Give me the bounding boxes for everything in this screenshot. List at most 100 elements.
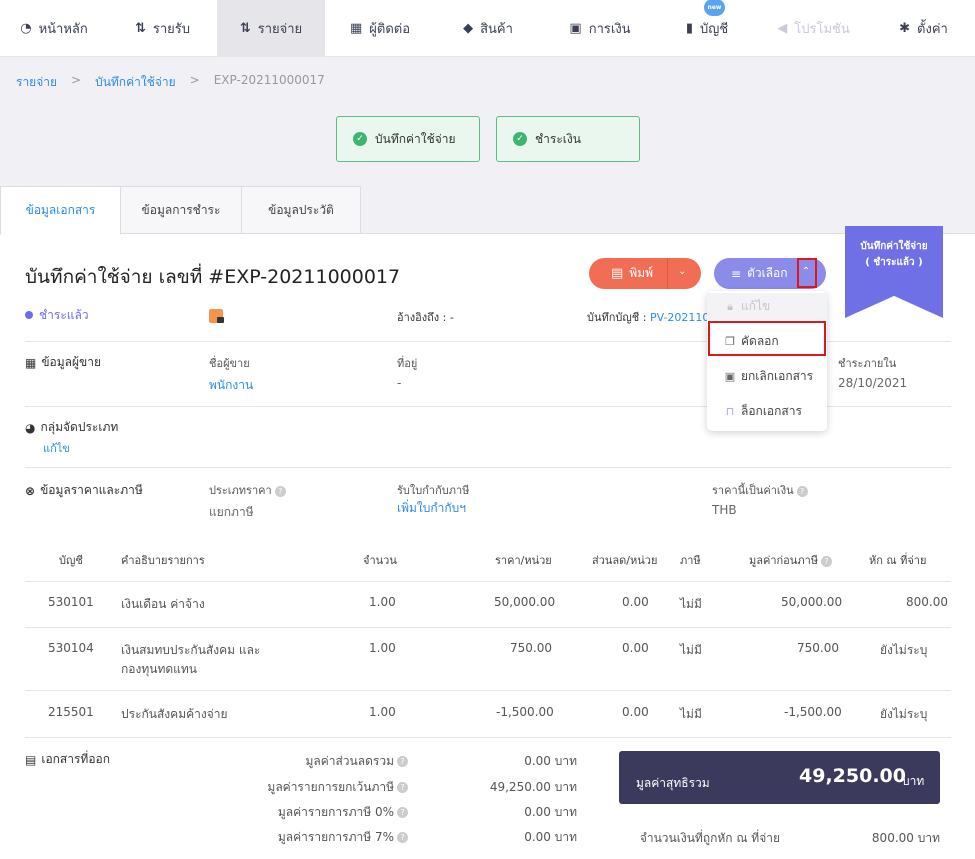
breadcrumb-root[interactable]: รายจ่าย: [16, 73, 57, 92]
cell-discount: 0.00: [622, 705, 649, 719]
add-tax-invoice-link[interactable]: เพิ่มใบกำกับฯ: [397, 499, 466, 518]
help-icon[interactable]: ?: [397, 832, 408, 843]
menu-lines-icon: ≡: [731, 266, 742, 281]
classification-edit-link[interactable]: แก้ไข: [43, 439, 70, 457]
menu-item-edit[interactable]: 🔒︎ แก้ไข: [707, 293, 827, 320]
vendor-name-link[interactable]: พนักงาน: [209, 376, 253, 395]
cell-unit-price: 50,000.00: [494, 595, 556, 609]
clipboard-icon: ▤: [25, 752, 37, 767]
document-tabs: ข้อมูลเอกสาร ข้อมูลการชำระ ข้อมูลประวัติ: [0, 186, 361, 235]
finance-icon: ▣: [569, 21, 582, 36]
summary-exempt-label: มูลค่ารายการยกเว้นภาษี?: [240, 778, 408, 797]
percent-icon: ⊗: [25, 483, 36, 498]
cell-description: ประกันสังคมค้างจ่าย: [121, 707, 228, 721]
reference-field: อ้างอิงถึง : -: [397, 311, 454, 324]
col-account: บัญชี: [59, 554, 83, 567]
withholding-total-value: 800.00 บาท: [871, 831, 940, 845]
cell-tax: ไม่มี: [680, 707, 702, 721]
summary-discount-label: มูลค่าส่วนลดรวม?: [240, 752, 408, 771]
print-button[interactable]: ▤ พิมพ์ ⌄: [589, 258, 701, 289]
withholding-total-label: จำนวนเงินที่ถูกหัก ณ ที่จ่าย: [639, 831, 780, 845]
summary-vat7-value: 0.00 บาท: [524, 830, 577, 844]
income-icon: ⇅: [134, 21, 146, 36]
cell-unit-price: 750.00: [510, 641, 552, 655]
cancel-doc-icon: ▣: [724, 369, 736, 383]
help-icon[interactable]: ?: [397, 807, 408, 818]
summary-vat0-value: 0.00 บาท: [524, 805, 577, 819]
nav-promotion[interactable]: ◀ โปรโมชัน: [755, 0, 872, 57]
tab-history[interactable]: ข้อมูลประวัติ: [241, 186, 361, 234]
nav-income[interactable]: ⇅ รายรับ: [108, 0, 217, 57]
net-total-amount: 49,250.00: [799, 765, 906, 787]
col-withholding: หัก ณ ที่จ่าย: [869, 554, 927, 567]
journal-link[interactable]: PV-202110: [650, 311, 709, 324]
check-icon: ✓: [353, 132, 367, 146]
button-divider: [667, 258, 668, 289]
divider: [25, 581, 951, 582]
pricing-section-title: ⊗ ข้อมูลราคาและภาษี: [25, 483, 143, 498]
issued-documents-title: ▤ เอกสารที่ออก: [25, 752, 111, 767]
nav-accounting[interactable]: ▮ บัญชี new: [659, 0, 755, 57]
nav-settings[interactable]: ✱ ตั้งค่า: [872, 0, 975, 57]
nav-contacts[interactable]: ▦ ผู้ติดต่อ: [325, 0, 435, 57]
summary-exempt-value: 49,250.00 บาท: [489, 780, 577, 794]
divider: [25, 627, 951, 628]
tax-invoice-label: รับใบกำกับภาษี: [397, 484, 470, 497]
cell-description: เงินเดือน ค่าจ้าง: [121, 597, 205, 611]
status-dot: [25, 311, 33, 319]
cell-quantity: 1.00: [369, 641, 396, 655]
top-nav: ◔ หน้าหลัก ⇅ รายรับ ⇅ รายจ่าย ▦ ผู้ติดต่อ ◆ ส…: [0, 0, 975, 57]
tab-payment-info[interactable]: ข้อมูลการชำระ: [120, 186, 242, 234]
breadcrumb-separator: >: [71, 73, 82, 87]
net-total-box: มูลค่าสุทธิรวม 49,250.00 บาท: [619, 751, 940, 804]
help-icon[interactable]: ?: [397, 756, 408, 767]
cell-discount: 0.00: [622, 641, 649, 655]
cell-quantity: 1.00: [369, 595, 396, 609]
nav-products[interactable]: ◆ สินค้า: [435, 0, 541, 57]
menu-item-cancel-document[interactable]: ▣ ยกเลิกเอกสาร: [707, 360, 827, 392]
step-payment: ✓ ชำระเงิน: [496, 116, 640, 162]
cell-withholding: 800.00: [906, 595, 948, 609]
ribbon-status: ( ชำระแล้ว ): [865, 257, 923, 268]
help-icon[interactable]: ?: [796, 485, 808, 497]
help-icon[interactable]: ?: [274, 485, 286, 497]
breadcrumb: รายจ่าย > บันทึกค่าใช้จ่าย > EXP-2021100…: [16, 73, 325, 92]
cell-tax: ไม่มี: [680, 643, 702, 657]
cell-unit-price: -1,500.00: [496, 705, 554, 719]
workflow-steps: ✓ บันทึกค่าใช้จ่าย ✓ ชำระเงิน: [336, 116, 640, 162]
promotion-icon: ◀: [777, 21, 788, 36]
price-type-value: แยกภาษี: [209, 505, 254, 519]
divider: [25, 690, 951, 691]
pay-within-label: ชำระภายใน: [838, 357, 897, 370]
dashboard-icon: ◔: [20, 21, 32, 36]
cell-withholding: ยังไม่ระบุ: [880, 643, 928, 657]
tab-document-info[interactable]: ข้อมูลเอกสาร: [0, 186, 121, 235]
menu-item-lock-document[interactable]: ⊓ ล็อกเอกสาร: [707, 395, 827, 427]
nav-expense[interactable]: ⇅ รายจ่าย: [217, 0, 325, 57]
col-unit-price: ราคา/หน่วย: [495, 554, 552, 567]
status-paid: ชำระแล้ว: [25, 306, 89, 325]
price-type-label: ประเภทราคา?: [209, 481, 286, 499]
cell-pretax: 50,000.00: [781, 595, 843, 609]
cell-description: เงินสมทบประกันสังคม และ: [121, 643, 261, 657]
breadcrumb-parent[interactable]: บันทึกค่าใช้จ่าย: [95, 73, 176, 92]
help-icon[interactable]: ?: [821, 555, 832, 567]
vendor-section-title: ▦ ข้อมูลผู้ขาย: [25, 355, 102, 370]
cell-discount: 0.00: [622, 595, 649, 609]
printer-icon: ▤: [611, 266, 624, 281]
breadcrumb-separator: >: [189, 73, 200, 87]
chevron-down-icon[interactable]: ⌄: [678, 266, 686, 277]
options-dropdown-menu: 🔒︎ แก้ไข ❐ คัดลอก ▣ ยกเลิกเอกสาร ⊓ ล็อกเอกสา…: [707, 291, 827, 431]
breadcrumb-current: EXP-20211000017: [213, 73, 325, 87]
summary-vat0-label: มูลค่ารายการภาษี 0%?: [240, 803, 408, 822]
vendor-name-label: ชื่อผู้ขาย: [209, 357, 250, 370]
cell-account: 215501: [48, 705, 94, 719]
nav-finance[interactable]: ▣ การเงิน: [541, 0, 659, 57]
lock-doc-icon: ⊓: [725, 404, 735, 418]
nav-home[interactable]: ◔ หน้าหลัก: [0, 0, 108, 57]
col-quantity: จำนวน: [363, 554, 397, 567]
help-icon[interactable]: ?: [397, 782, 408, 793]
highlight-box-copy: [708, 321, 826, 356]
col-discount: ส่วนลด/หน่วย: [592, 554, 658, 567]
pie-chart-icon: ◕: [25, 420, 36, 435]
